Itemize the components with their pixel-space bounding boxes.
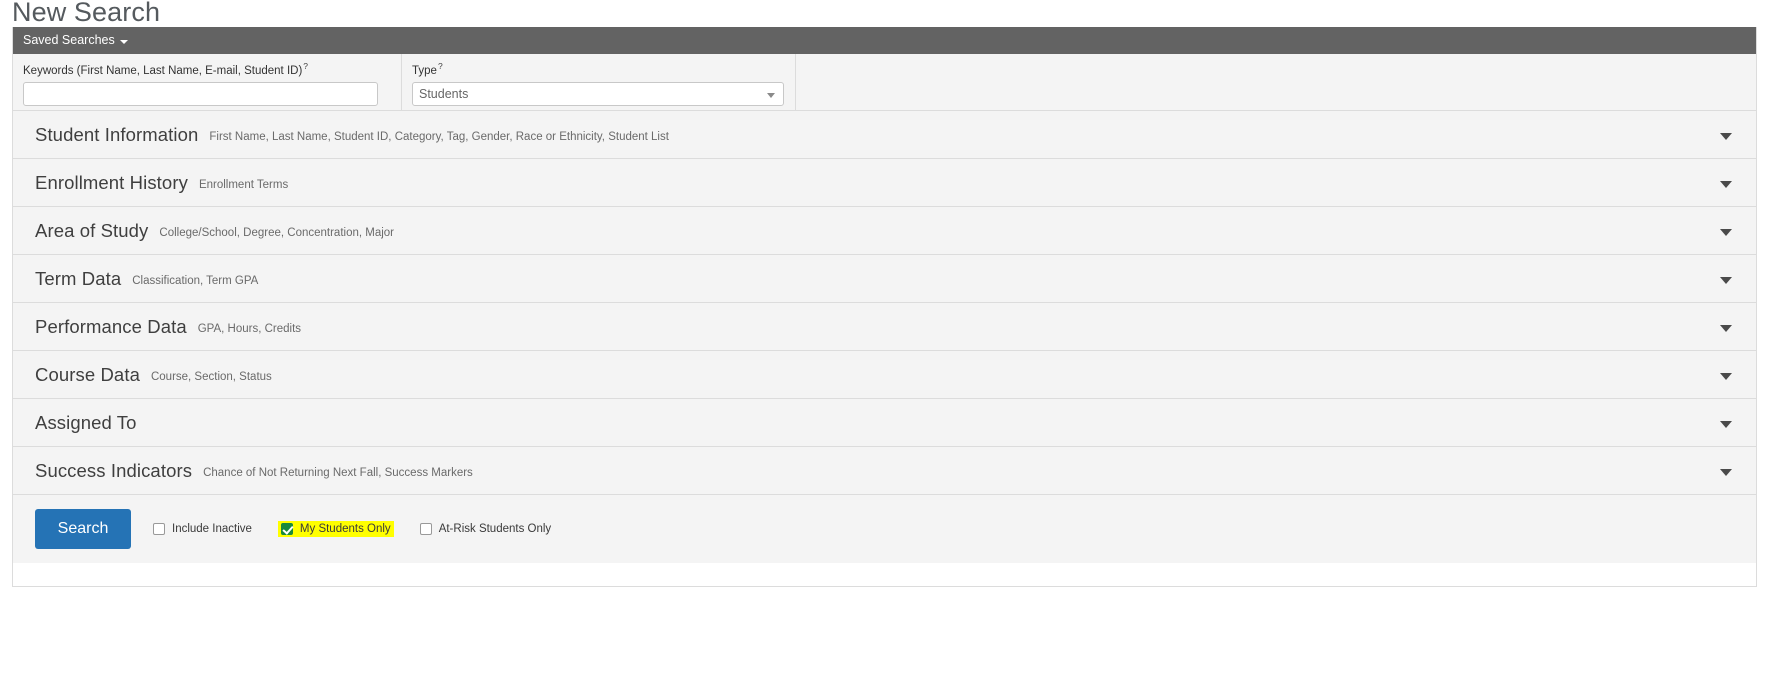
- section-title: Assigned To: [35, 411, 137, 433]
- checkbox-label: Include Inactive: [172, 523, 252, 535]
- checkbox-include-inactive[interactable]: Include Inactive: [153, 523, 252, 535]
- page-title: New Search: [12, 0, 161, 27]
- section-performance-data[interactable]: Performance Data GPA, Hours, Credits: [13, 303, 1756, 351]
- section-course-data[interactable]: Course Data Course, Section, Status: [13, 351, 1756, 399]
- section-area-of-study[interactable]: Area of Study College/School, Degree, Co…: [13, 207, 1756, 255]
- chevron-down-icon[interactable]: [1720, 229, 1732, 236]
- checkbox-box[interactable]: [280, 523, 293, 535]
- section-assigned-to[interactable]: Assigned To: [13, 399, 1756, 447]
- type-label: Type?: [412, 60, 785, 78]
- saved-searches-label: Saved Searches: [23, 33, 115, 47]
- type-field-group: Type? Students: [402, 54, 796, 111]
- section-subtitle: Course, Section, Status: [150, 371, 272, 383]
- footer-checkbox-group: Include Inactive My Students Only At-Ris…: [153, 521, 577, 537]
- checkbox-label: At-Risk Students Only: [438, 523, 552, 535]
- section-subtitle: Enrollment Terms: [198, 179, 289, 191]
- section-title: Student Information: [35, 123, 199, 145]
- saved-searches-dropdown[interactable]: Saved Searches: [23, 27, 128, 54]
- chevron-down-icon[interactable]: [1720, 325, 1732, 332]
- type-select-value: Students: [419, 86, 469, 101]
- keywords-label-text: Keywords (First Name, Last Name, E-mail,…: [23, 64, 303, 77]
- chevron-down-icon[interactable]: [1720, 469, 1732, 476]
- chevron-down-icon[interactable]: [1720, 277, 1732, 284]
- section-title: Enrollment History: [35, 171, 188, 193]
- checkbox-box[interactable]: [419, 523, 432, 535]
- section-title: Performance Data: [35, 315, 187, 337]
- keywords-input[interactable]: [23, 81, 378, 106]
- section-subtitle: GPA, Hours, Credits: [197, 323, 302, 335]
- saved-searches-toolbar: Saved Searches: [13, 27, 1756, 54]
- chevron-down-icon[interactable]: [1720, 133, 1732, 140]
- keywords-field-group: Keywords (First Name, Last Name, E-mail,…: [13, 54, 402, 111]
- checkbox-my-students-only[interactable]: My Students Only: [277, 521, 394, 537]
- section-success-indicators[interactable]: Success Indicators Chance of Not Returni…: [13, 447, 1756, 495]
- checkbox-at-risk-students-only[interactable]: At-Risk Students Only: [419, 523, 552, 535]
- chevron-down-icon: [767, 92, 775, 98]
- type-select[interactable]: Students: [412, 81, 784, 106]
- section-title: Area of Study: [35, 219, 149, 241]
- search-footer: Search Include Inactive My Students Only…: [13, 495, 1756, 563]
- section-subtitle: Classification, Term GPA: [132, 275, 259, 287]
- chevron-down-icon: [119, 39, 128, 44]
- section-title: Term Data: [35, 267, 122, 289]
- section-title: Success Indicators: [35, 459, 193, 481]
- section-subtitle: First Name, Last Name, Student ID, Categ…: [209, 131, 669, 143]
- type-label-text: Type: [412, 64, 437, 77]
- chevron-down-icon[interactable]: [1720, 373, 1732, 380]
- new-search-page: New Search Saved Searches Keywords (Firs…: [0, 0, 1769, 673]
- checkbox-box[interactable]: [153, 523, 165, 535]
- keywords-label: Keywords (First Name, Last Name, E-mail,…: [23, 60, 391, 78]
- help-icon[interactable]: ?: [303, 61, 308, 71]
- search-button[interactable]: Search: [35, 509, 131, 549]
- checkbox-label: My Students Only: [299, 523, 391, 535]
- section-title: Course Data: [35, 363, 140, 385]
- section-subtitle: College/School, Degree, Concentration, M…: [159, 227, 395, 239]
- section-term-data[interactable]: Term Data Classification, Term GPA: [13, 255, 1756, 303]
- chevron-down-icon[interactable]: [1720, 181, 1732, 188]
- criteria-strip: Keywords (First Name, Last Name, E-mail,…: [13, 54, 1756, 111]
- search-panel: Saved Searches Keywords (First Name, Las…: [12, 27, 1757, 587]
- section-enrollment-history[interactable]: Enrollment History Enrollment Terms: [13, 159, 1756, 207]
- help-icon[interactable]: ?: [438, 61, 443, 71]
- chevron-down-icon[interactable]: [1720, 421, 1732, 428]
- section-subtitle: Chance of Not Returning Next Fall, Succe…: [203, 467, 473, 479]
- section-student-information[interactable]: Student Information First Name, Last Nam…: [13, 111, 1756, 159]
